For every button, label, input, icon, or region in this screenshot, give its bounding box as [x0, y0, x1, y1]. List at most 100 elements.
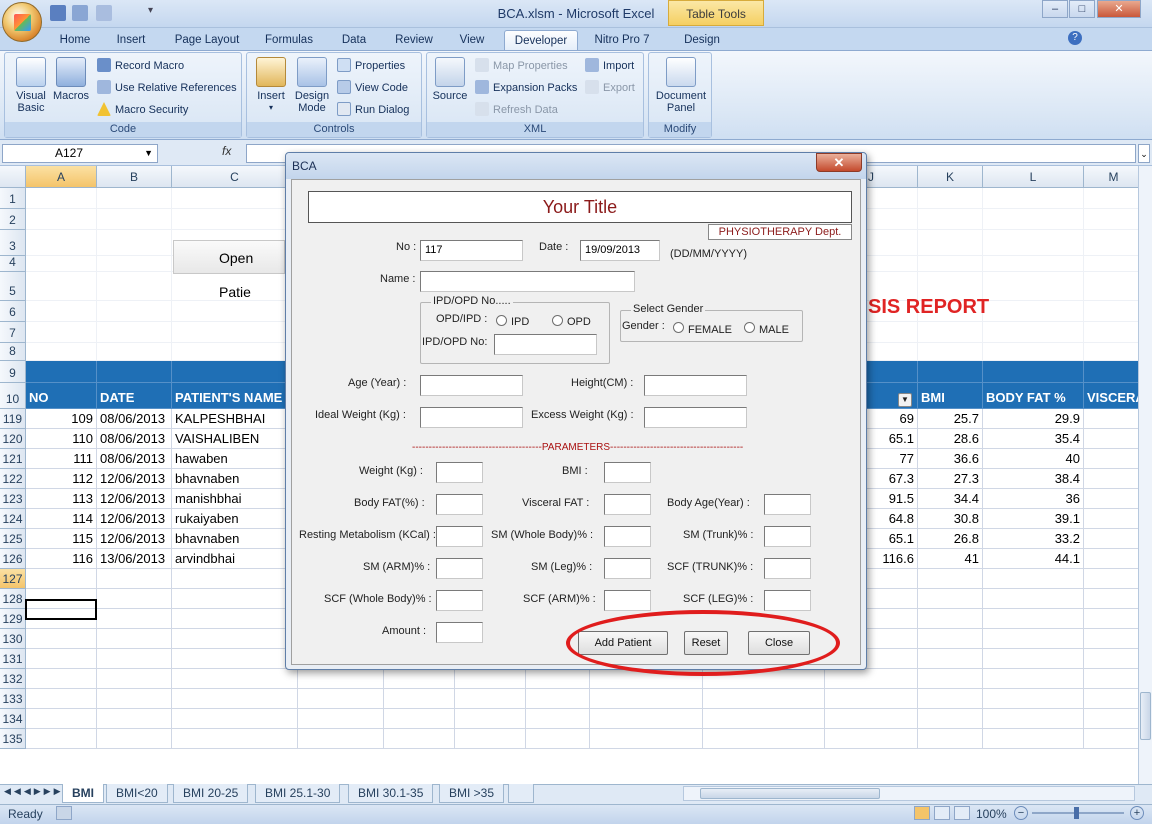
- cell-no[interactable]: 111: [26, 449, 97, 469]
- grid-cell[interactable]: [26, 230, 97, 256]
- cell-patient-name[interactable]: KALPESHBHAI: [172, 409, 298, 429]
- cell-body-fat[interactable]: 29.9: [983, 409, 1084, 429]
- grid-cell[interactable]: [97, 689, 172, 709]
- cell-body-fat[interactable]: 36: [983, 489, 1084, 509]
- grid-cell[interactable]: [384, 709, 455, 729]
- cell-bmi[interactable]: 30.8: [918, 509, 983, 529]
- grid-cell[interactable]: [918, 230, 983, 256]
- body-fat-input[interactable]: [436, 494, 483, 515]
- sheet-tab-bmi-25-30[interactable]: BMI 25.1-30: [255, 784, 341, 803]
- horizontal-scroll-thumb[interactable]: [700, 788, 880, 799]
- grid-cell[interactable]: [983, 729, 1084, 749]
- grid-cell[interactable]: [97, 301, 172, 322]
- grid-cell[interactable]: [983, 609, 1084, 629]
- row-header[interactable]: 134: [0, 709, 26, 729]
- normal-view-icon[interactable]: [914, 806, 930, 820]
- map-properties-button[interactable]: Map Properties: [475, 57, 568, 75]
- age-input[interactable]: [420, 375, 523, 396]
- row-header[interactable]: 126: [0, 549, 26, 569]
- cell-patient-name[interactable]: arvindbhai: [172, 549, 298, 569]
- cell-date[interactable]: 12/06/2013: [97, 529, 172, 549]
- grid-cell[interactable]: [97, 209, 172, 230]
- macros-button[interactable]: Macros: [53, 57, 89, 102]
- grid-cell[interactable]: [455, 729, 526, 749]
- row-header[interactable]: 133: [0, 689, 26, 709]
- grid-cell[interactable]: [172, 609, 298, 629]
- row-header[interactable]: 130: [0, 629, 26, 649]
- cell-bmi[interactable]: 25.7: [918, 409, 983, 429]
- resting-metabolism-input[interactable]: [436, 526, 483, 547]
- grid-cell[interactable]: [983, 343, 1084, 361]
- cell-date[interactable]: 12/06/2013: [97, 469, 172, 489]
- column-header-c[interactable]: C: [172, 166, 298, 188]
- grid-cell[interactable]: [97, 629, 172, 649]
- column-header-b[interactable]: B: [97, 166, 172, 188]
- cell-bmi[interactable]: 34.4: [918, 489, 983, 509]
- grid-cell[interactable]: [825, 709, 918, 729]
- sm-arm-input[interactable]: [436, 558, 483, 579]
- grid-cell[interactable]: [172, 689, 298, 709]
- grid-cell[interactable]: [825, 669, 918, 689]
- row-header[interactable]: 128: [0, 589, 26, 609]
- cell-body-fat[interactable]: 39.1: [983, 509, 1084, 529]
- scf-arm-input[interactable]: [604, 590, 651, 611]
- grid-cell[interactable]: [590, 689, 703, 709]
- sheet-nav-arrows-icon[interactable]: ◀◀◀▶▶▶: [4, 786, 64, 797]
- grid-cell[interactable]: [298, 729, 384, 749]
- name-box[interactable]: A127 ▼: [2, 144, 158, 163]
- grid-cell[interactable]: [1084, 609, 1138, 629]
- refresh-data-button[interactable]: Refresh Data: [475, 101, 558, 119]
- page-break-view-icon[interactable]: [954, 806, 970, 820]
- sheet-tab-bmi-30-35[interactable]: BMI 30.1-35: [348, 784, 434, 803]
- insert-function-button[interactable]: fx: [222, 144, 231, 158]
- ideal-weight-input[interactable]: [420, 407, 523, 428]
- scf-whole-body-input[interactable]: [436, 590, 483, 611]
- column-header-k[interactable]: K: [918, 166, 983, 188]
- tab-formulas[interactable]: Formulas: [258, 30, 320, 50]
- grid-cell[interactable]: [97, 649, 172, 669]
- tab-view[interactable]: View: [452, 30, 492, 50]
- grid-cell[interactable]: [983, 709, 1084, 729]
- grid-cell[interactable]: [703, 709, 825, 729]
- row-header[interactable]: 131: [0, 649, 26, 669]
- name-box-dropdown-icon[interactable]: ▼: [144, 145, 153, 162]
- grid-cell[interactable]: [983, 188, 1084, 209]
- grid-cell[interactable]: [1084, 343, 1138, 361]
- no-input[interactable]: 117: [420, 240, 523, 261]
- cell-patient-name[interactable]: VAISHALIBEN: [172, 429, 298, 449]
- grid-cell[interactable]: [26, 629, 97, 649]
- row-header[interactable]: 8: [0, 343, 26, 361]
- vertical-scrollbar[interactable]: [1138, 166, 1152, 784]
- cell-no[interactable]: 109: [26, 409, 97, 429]
- cell-bmi[interactable]: 28.6: [918, 429, 983, 449]
- sheet-tab-bmi-20-25[interactable]: BMI 20-25: [173, 784, 249, 803]
- grid-cell[interactable]: [97, 343, 172, 361]
- grid-cell[interactable]: [298, 709, 384, 729]
- grid-cell[interactable]: [983, 272, 1084, 301]
- grid-cell[interactable]: [97, 589, 172, 609]
- grid-cell[interactable]: [918, 609, 983, 629]
- grid-cell[interactable]: [1084, 469, 1138, 489]
- sm-leg-input[interactable]: [604, 558, 651, 579]
- sm-whole-body-input[interactable]: [604, 526, 651, 547]
- grid-cell[interactable]: [1084, 272, 1138, 301]
- weight-input[interactable]: [436, 462, 483, 483]
- cell-bmi[interactable]: 27.3: [918, 469, 983, 489]
- date-input[interactable]: 19/09/2013: [580, 240, 660, 261]
- cell-no[interactable]: 115: [26, 529, 97, 549]
- cell-date[interactable]: 08/06/2013: [97, 409, 172, 429]
- cell-date[interactable]: 12/06/2013: [97, 489, 172, 509]
- grid-cell[interactable]: [983, 569, 1084, 589]
- grid-cell[interactable]: [590, 729, 703, 749]
- cell-patient-name[interactable]: bhavnaben: [172, 469, 298, 489]
- grid-cell[interactable]: [918, 709, 983, 729]
- grid-cell[interactable]: [97, 669, 172, 689]
- cell-date[interactable]: 08/06/2013: [97, 449, 172, 469]
- row-header[interactable]: 123: [0, 489, 26, 509]
- select-all-corner[interactable]: [0, 166, 26, 188]
- grid-cell[interactable]: [26, 272, 97, 301]
- grid-cell[interactable]: [298, 669, 384, 689]
- grid-cell[interactable]: [384, 669, 455, 689]
- cell-no[interactable]: 113: [26, 489, 97, 509]
- grid-cell[interactable]: [983, 649, 1084, 669]
